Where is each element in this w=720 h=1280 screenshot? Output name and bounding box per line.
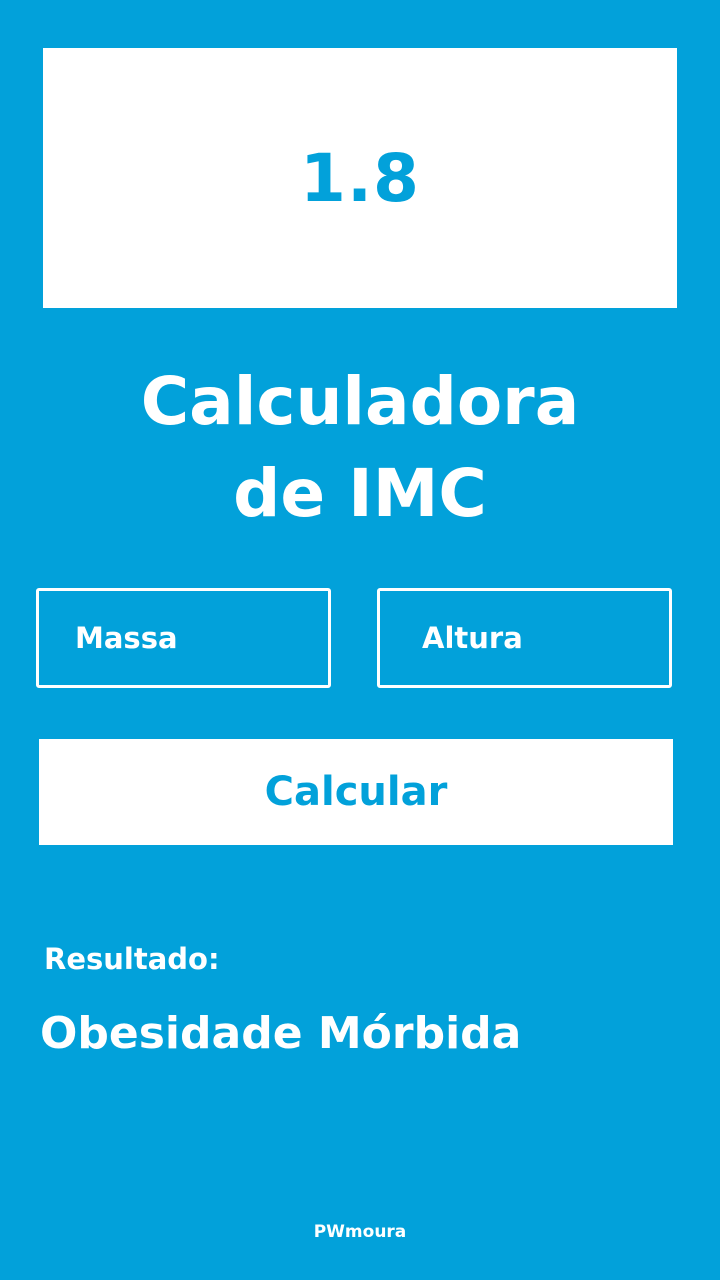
- app-title-line1: Calculadora: [140, 363, 580, 440]
- altura-field[interactable]: [377, 588, 672, 688]
- result-value: Obesidade Mórbida: [40, 1008, 522, 1059]
- imc-display-panel: 1.8: [43, 48, 677, 308]
- massa-field[interactable]: [36, 588, 331, 688]
- calcular-button[interactable]: Calcular: [39, 739, 673, 845]
- altura-input[interactable]: [422, 621, 642, 655]
- app-title: Calculadora de IMC: [0, 356, 720, 540]
- massa-input[interactable]: [75, 621, 295, 655]
- footer-credit: PWmoura: [313, 1222, 407, 1242]
- imc-display-value: 1.8: [300, 139, 420, 217]
- result-label: Resultado:: [44, 942, 220, 976]
- app-title-line2: de IMC: [233, 455, 487, 532]
